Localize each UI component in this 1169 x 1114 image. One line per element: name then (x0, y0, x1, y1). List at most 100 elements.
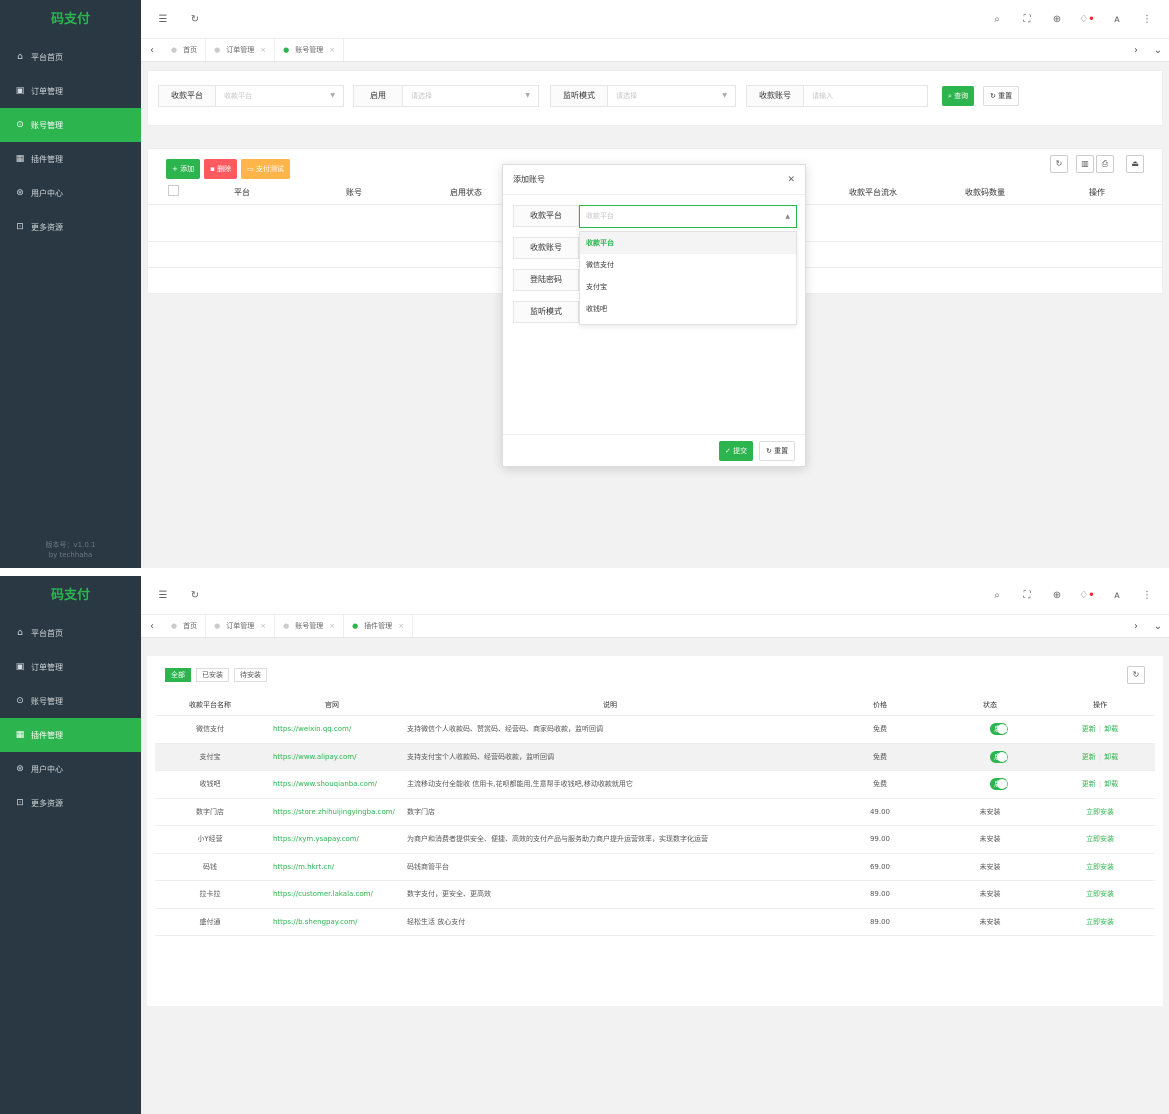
install-link[interactable]: 立即安装 (1055, 807, 1145, 817)
sidebar-item-home[interactable]: ⌂ 平台首页 (0, 40, 141, 74)
bell-icon[interactable]: ♢• (1073, 590, 1101, 601)
close-icon[interactable]: ✕ (787, 175, 795, 185)
delete-label: 删除 (217, 165, 232, 173)
update-link[interactable]: 更新 (1082, 725, 1096, 733)
close-icon[interactable]: × (260, 46, 266, 54)
website-link[interactable]: https://xym.ysapay.com/ (273, 835, 359, 843)
globe-icon[interactable]: ⊕ (1043, 14, 1071, 25)
chevron-down-icon[interactable]: ⌄ (1147, 621, 1169, 632)
tab-orders[interactable]: ● 订单管理 × (206, 39, 276, 61)
columns-icon[interactable]: ▥ (1076, 155, 1094, 173)
tab-prev-icon[interactable]: ‹ (141, 621, 163, 632)
option-wechat[interactable]: 微信支付 (580, 254, 796, 276)
dialog-reset-button[interactable]: ↻ 重置 (759, 441, 796, 461)
refresh-icon[interactable]: ↻ (1127, 666, 1145, 684)
refresh-icon[interactable]: ↻ (1050, 155, 1068, 173)
more-icon[interactable]: ⋮ (1133, 14, 1161, 25)
filter-installed[interactable]: 已安装 (196, 668, 229, 682)
search-icon[interactable]: ⌕ (983, 14, 1011, 25)
option-shouqianba[interactable]: 收钱吧 (580, 298, 796, 320)
install-link[interactable]: 立即安装 (1055, 889, 1145, 899)
website-link[interactable]: https://m.hkrt.cn/ (273, 863, 334, 871)
filter-all[interactable]: 全部 (165, 668, 191, 682)
pay-test-button[interactable]: ▭ 支付测试 (241, 159, 290, 179)
update-link[interactable]: 更新 (1082, 780, 1096, 788)
enable-toggle[interactable]: 启用 (990, 778, 1008, 791)
query-button[interactable]: ⌕ 查询 (942, 86, 975, 106)
sidebar-item-plugins[interactable]: ▦ 插件管理 (0, 142, 141, 176)
more-icon[interactable]: ⋮ (1133, 590, 1161, 601)
fullscreen-icon[interactable]: ⛶ (1013, 590, 1041, 601)
platform-select[interactable]: 收款平台 ▲ (579, 205, 797, 228)
tab-home[interactable]: ● 首页 (163, 39, 207, 61)
close-icon[interactable]: × (398, 622, 404, 630)
enable-filter[interactable]: 启用 请选择 ▼ (353, 85, 539, 107)
row-actions: 更新 | 卸载 (1081, 780, 1119, 789)
print-icon[interactable]: ⎙ (1096, 155, 1114, 173)
tab-orders[interactable]: ● 订单管理 × (206, 615, 276, 637)
globe-icon[interactable]: ⊕ (1043, 590, 1071, 601)
user-avatar-icon[interactable]: ᴀ (1103, 590, 1131, 601)
sidebar-item-user-center[interactable]: ⊛ 用户中心 (0, 752, 141, 786)
sidebar-item-accounts[interactable]: ⊙ 账号管理 (0, 684, 141, 718)
sidebar-item-resources[interactable]: ⊡ 更多资源 (0, 210, 141, 244)
refresh-icon[interactable]: ↻ (185, 14, 205, 25)
sidebar-item-user-center[interactable]: ⊛ 用户中心 (0, 176, 141, 210)
option-alipay[interactable]: 支付宝 (580, 276, 796, 298)
account-search-input[interactable]: 请输入 (804, 86, 927, 106)
install-link[interactable]: 立即安装 (1055, 862, 1145, 872)
refresh-icon[interactable]: ↻ (185, 590, 205, 601)
query-label: 查询 (954, 92, 969, 100)
user-avatar-icon[interactable]: ᴀ (1103, 14, 1131, 25)
account-filter[interactable]: 收款账号 请输入 (746, 85, 928, 107)
add-button[interactable]: + 添加 (166, 159, 201, 179)
website-link[interactable]: https://www.shouqianba.com/ (273, 780, 377, 788)
website-link[interactable]: https://b.shengpay.com/ (273, 918, 357, 926)
tab-next-icon[interactable]: › (1125, 45, 1147, 56)
search-icon[interactable]: ⌕ (983, 590, 1011, 601)
tab-plugins[interactable]: ● 插件管理 × (344, 615, 414, 637)
sidebar-item-resources[interactable]: ⊡ 更多资源 (0, 786, 141, 820)
close-icon[interactable]: × (329, 622, 335, 630)
submit-button[interactable]: ✓ 提交 (719, 441, 754, 461)
chevron-down-icon[interactable]: ⌄ (1147, 45, 1169, 56)
enable-toggle[interactable]: 启用 (990, 723, 1008, 736)
install-link[interactable]: 立即安装 (1055, 834, 1145, 844)
mode-filter[interactable]: 监听模式 请选择 ▼ (550, 85, 736, 107)
website-link[interactable]: https://store.zhihuijingyingba.com/ (273, 808, 395, 816)
table-row: 盛付通 https://b.shengpay.com/轻松生活 放心支付 89.00… (155, 909, 1155, 936)
enable-toggle[interactable]: 启用 (990, 750, 1008, 763)
close-icon[interactable]: × (329, 46, 335, 54)
select-all-checkbox[interactable] (168, 185, 179, 196)
tab-prev-icon[interactable]: ‹ (141, 45, 163, 56)
menu-toggle-icon[interactable]: ☰ (153, 590, 173, 601)
update-link[interactable]: 更新 (1082, 753, 1096, 761)
sidebar-item-orders[interactable]: ▣ 订单管理 (0, 74, 141, 108)
account-icon: ⊙ (16, 120, 24, 130)
uninstall-link[interactable]: 卸载 (1104, 725, 1118, 733)
uninstall-link[interactable]: 卸载 (1104, 753, 1118, 761)
website-link[interactable]: https://www.alipay.com/ (273, 753, 356, 761)
export-icon[interactable]: ⏏ (1126, 155, 1144, 173)
uninstall-link[interactable]: 卸载 (1104, 780, 1118, 788)
tab-accounts[interactable]: ● 账号管理 × (275, 615, 345, 637)
website-link[interactable]: https://weixin.qq.com/ (273, 725, 351, 733)
fullscreen-icon[interactable]: ⛶ (1013, 14, 1041, 25)
reset-button[interactable]: ↻ 重置 (983, 86, 1020, 106)
option-default[interactable]: 收款平台 (580, 232, 796, 254)
sidebar-item-plugins[interactable]: ▦ 插件管理 (0, 718, 141, 752)
tab-next-icon[interactable]: › (1125, 621, 1147, 632)
website-link[interactable]: https://customer.lakala.com/ (273, 890, 373, 898)
sidebar-item-orders[interactable]: ▣ 订单管理 (0, 650, 141, 684)
bell-icon[interactable]: ♢• (1073, 14, 1101, 25)
delete-button[interactable]: ▪ 删除 (204, 159, 238, 179)
sidebar-item-home[interactable]: ⌂ 平台首页 (0, 616, 141, 650)
install-link[interactable]: 立即安装 (1055, 917, 1145, 927)
sidebar-item-accounts[interactable]: ⊙ 账号管理 (0, 108, 141, 142)
close-icon[interactable]: × (260, 622, 266, 630)
menu-toggle-icon[interactable]: ☰ (153, 14, 173, 25)
platform-filter[interactable]: 收款平台 收款平台 ▼ (158, 85, 344, 107)
filter-pending[interactable]: 待安装 (234, 668, 267, 682)
tab-accounts[interactable]: ● 账号管理 × (275, 39, 345, 61)
tab-home[interactable]: ● 首页 (163, 615, 207, 637)
